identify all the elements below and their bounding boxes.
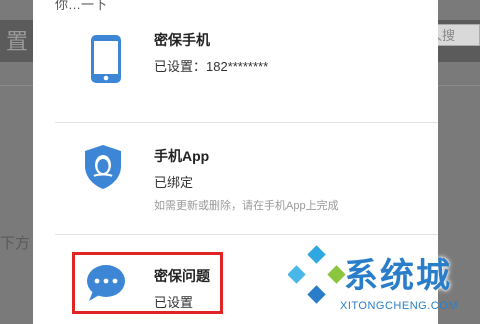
security-item-status: 已设置：182******** [154, 59, 269, 74]
security-item-title: 手机App [154, 148, 210, 164]
security-item-status: 已绑定 [154, 175, 194, 190]
highlight-box [72, 252, 223, 314]
watermark-brand: 系统城 [344, 256, 452, 296]
security-item-title: 密保手机 [154, 32, 210, 48]
watermark-domain: XITONGCHENG.COM [340, 300, 458, 312]
background-text: 下方 [0, 235, 31, 252]
background-title: 置 [6, 29, 29, 54]
qq-shield-icon [85, 145, 121, 189]
security-item-note: 如需更新或删除，请在手机App上完成 [154, 200, 339, 212]
security-item-app[interactable]: 手机App 已绑定 如需更新或删除，请在手机App上完成 [33, 122, 438, 234]
phone-icon [91, 35, 121, 83]
security-item-phone[interactable]: 密保手机 已设置：182******** [33, 0, 438, 122]
